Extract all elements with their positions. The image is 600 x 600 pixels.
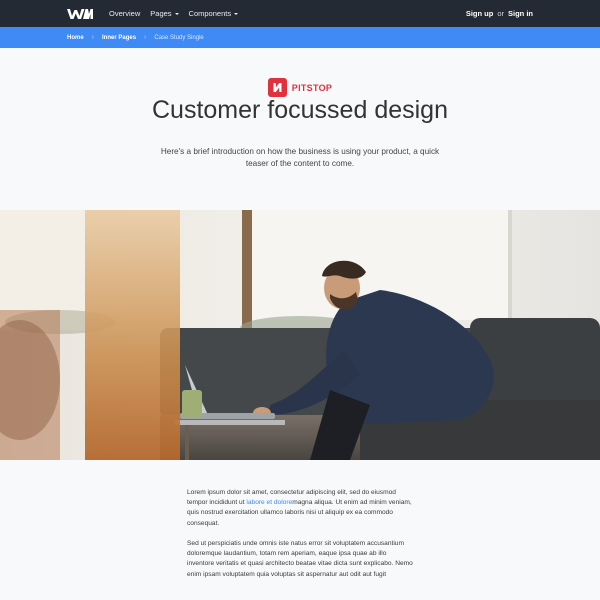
- breadcrumb-separator-icon: ›: [144, 34, 147, 41]
- wm-logo-icon[interactable]: [67, 8, 93, 20]
- nav-overview[interactable]: Overview: [107, 9, 142, 18]
- signup-link[interactable]: Sign up: [466, 9, 494, 18]
- breadcrumb-home[interactable]: Home: [67, 35, 84, 41]
- breadcrumb-inner-pages[interactable]: Inner Pages: [102, 35, 136, 41]
- page-title: Customer focussed design: [152, 96, 448, 124]
- breadcrumb: Home › Inner Pages › Case Study Single: [0, 27, 600, 48]
- breadcrumb-separator-icon: ›: [91, 34, 95, 41]
- nav-pages-label: Pages: [150, 9, 172, 18]
- inline-link[interactable]: labore et dolore: [246, 499, 292, 506]
- hero-intro: Here's a brief introduction on how the b…: [160, 147, 440, 168]
- chevron-down-icon: [174, 12, 179, 15]
- hero-section: PITSTOP Customer focussed design Here's …: [0, 48, 600, 210]
- nav-pages-dropdown[interactable]: Pages: [148, 9, 180, 18]
- brand-name: PITSTOP: [291, 82, 333, 93]
- auth-links: Sign up or Sign in: [466, 9, 533, 18]
- pitstop-logo-icon: [267, 78, 287, 97]
- signin-link[interactable]: Sign in: [508, 9, 533, 18]
- top-navbar: Overview Pages Components Sign up or Sig…: [0, 0, 600, 27]
- nav-overview-label: Overview: [109, 9, 141, 18]
- breadcrumb-current: Case Study Single: [154, 34, 204, 41]
- auth-or-text: or: [497, 9, 504, 18]
- primary-nav: Overview Pages Components: [107, 9, 240, 18]
- hero-photo: [0, 210, 600, 460]
- chevron-down-icon: [234, 12, 239, 15]
- article-paragraph-1: Lorem ipsum dolor sit amet, consectetur …: [187, 488, 413, 529]
- nav-components-dropdown[interactable]: Components: [187, 9, 241, 18]
- article-paragraph-2: Sed ut perspiciatis unde omnis iste natu…: [187, 539, 413, 578]
- article-body: Lorem ipsum dolor sit amet, consectetur …: [187, 488, 413, 590]
- brand-lockup: PITSTOP: [0, 78, 600, 97]
- nav-components-label: Components: [188, 9, 232, 18]
- man-on-sofa-with-laptop-image: [0, 210, 600, 460]
